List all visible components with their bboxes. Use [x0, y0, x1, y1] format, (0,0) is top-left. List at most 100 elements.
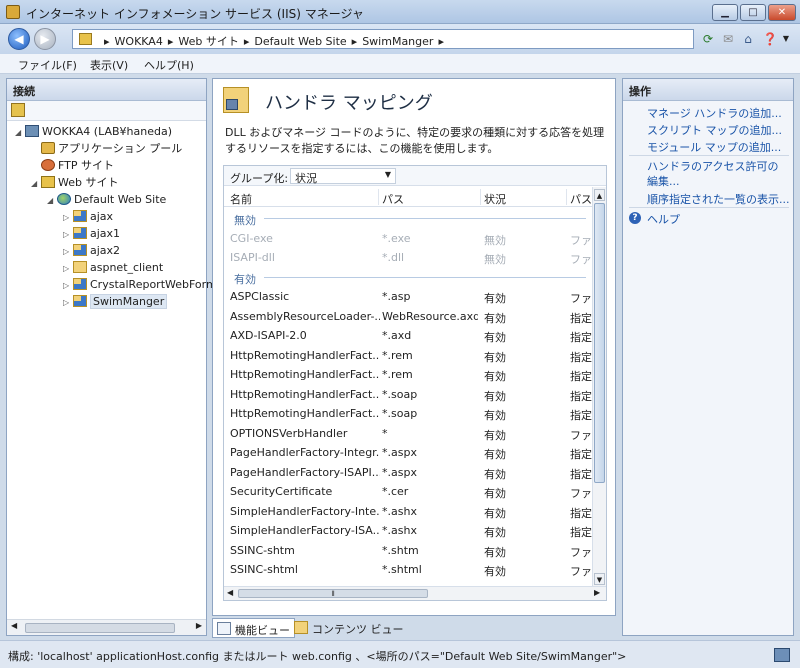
- expand-toggle-icon[interactable]: ▷: [63, 277, 73, 294]
- expand-toggle-icon[interactable]: ▷: [63, 260, 73, 277]
- help-link[interactable]: ヘルプ: [647, 211, 680, 227]
- tab-content-view[interactable]: コンテンツ ビュー: [290, 618, 408, 638]
- scroll-down-button[interactable]: ▼: [594, 573, 605, 585]
- group-header[interactable]: 無効: [224, 208, 594, 227]
- column-header-path[interactable]: パス: [382, 191, 404, 207]
- breadcrumb-separator[interactable]: ▸: [168, 35, 174, 48]
- breadcrumb-separator[interactable]: ▸: [438, 35, 444, 48]
- group-by-select[interactable]: 状況 ▼: [290, 168, 396, 185]
- cell-status: 無効: [484, 253, 506, 266]
- breadcrumb[interactable]: ▸ WOKKA4 ▸ Web サイト ▸ Default Web Site ▸ SwimMan…: [72, 29, 694, 49]
- group-header[interactable]: 有効: [224, 267, 594, 286]
- tree-node[interactable]: アプリケーション プール: [31, 140, 182, 157]
- table-row[interactable]: ASPClassic *.asp 有効 ファ: [224, 286, 594, 306]
- expand-toggle-icon[interactable]: ▷: [63, 209, 73, 226]
- refresh-icon[interactable]: ⟳: [700, 31, 716, 47]
- breadcrumb-separator[interactable]: ▸: [244, 35, 250, 48]
- list-scrollbar-thumb[interactable]: [594, 203, 605, 483]
- column-header-path-type[interactable]: パス: [570, 191, 592, 207]
- tree-node[interactable]: ▷ CrystalReportWebForm: [63, 276, 217, 293]
- column-header-status[interactable]: 状況: [484, 191, 506, 207]
- tree-node[interactable]: ◢ Default Web Site: [47, 191, 166, 208]
- stop-icon[interactable]: ✉: [720, 31, 736, 47]
- cell-path: *.aspx: [382, 465, 417, 479]
- table-row[interactable]: AXD-ISAPI-2.0 *.axd 有効 指定: [224, 325, 594, 345]
- tree-scrollbar[interactable]: ◀ ▶: [7, 619, 206, 635]
- expand-toggle-icon[interactable]: ◢: [47, 192, 57, 209]
- table-row[interactable]: SSINC-shtm *.shtm 有効 ファ: [224, 540, 594, 560]
- connect-icon[interactable]: [11, 103, 25, 117]
- add-module-map-link[interactable]: モジュール マップの追加...: [647, 139, 781, 155]
- menu-help[interactable]: ヘルプ(H): [144, 57, 194, 73]
- back-button[interactable]: ◀: [8, 28, 30, 50]
- expand-toggle-icon[interactable]: ▷: [63, 226, 73, 243]
- maximize-button[interactable]: □: [740, 4, 766, 21]
- menu-file[interactable]: ファイル(F): [18, 57, 77, 73]
- scroll-right-button[interactable]: ▶: [594, 588, 600, 597]
- tree-node[interactable]: FTP サイト: [31, 157, 114, 174]
- table-row[interactable]: SecurityCertificate *.cer 有効 ファ: [224, 481, 594, 501]
- add-managed-handler-link[interactable]: マネージ ハンドラの追加...: [647, 105, 782, 121]
- table-row[interactable]: OPTIONSVerbHandler * 有効 ファ: [224, 423, 594, 443]
- close-button[interactable]: ✕: [768, 4, 796, 21]
- tree-node[interactable]: ◢ Web サイト: [31, 174, 118, 191]
- breadcrumb-item[interactable]: WOKKA4: [115, 35, 163, 48]
- chevron-down-icon[interactable]: ▼: [778, 31, 794, 47]
- table-row[interactable]: PageHandlerFactory-ISAPI... *.aspx 有効 指定: [224, 462, 594, 482]
- application-icon: [73, 295, 87, 307]
- table-row[interactable]: SSINC-shtml *.shtml 有効 ファ: [224, 559, 594, 579]
- menu-view[interactable]: 表示(V): [90, 57, 128, 73]
- table-row[interactable]: ISAPI-dll *.dll 無効 ファ: [224, 247, 594, 267]
- minimize-button[interactable]: ▁: [712, 4, 738, 21]
- column-header-name[interactable]: 名前: [230, 191, 252, 207]
- cell-name: PageHandlerFactory-ISAPI...: [230, 465, 380, 479]
- expand-toggle-icon[interactable]: ▷: [63, 243, 73, 260]
- home-icon[interactable]: ⌂: [740, 31, 756, 47]
- tree-node[interactable]: ▷ ajax2: [63, 242, 120, 259]
- forward-button[interactable]: ▶: [34, 28, 56, 50]
- scroll-up-button[interactable]: ▲: [594, 189, 605, 201]
- cell-path: *.axd: [382, 329, 412, 342]
- tab-features-view[interactable]: 機能ビュー: [212, 618, 295, 638]
- application-icon: [73, 227, 87, 239]
- tree-node[interactable]: ▷ ajax1: [63, 225, 120, 242]
- table-row[interactable]: HttpRemotingHandlerFact... *.soap 有効 指定: [224, 403, 594, 423]
- tree-node[interactable]: ◢ WOKKA4 (LAB¥haneda): [15, 123, 172, 140]
- breadcrumb-item[interactable]: SwimManger: [362, 35, 433, 48]
- breadcrumb-item[interactable]: Web サイト: [178, 35, 238, 48]
- cell-path: *.cer: [382, 485, 409, 498]
- table-row[interactable]: SimpleHandlerFactory-ISA... *.ashx 有効 指定: [224, 520, 594, 540]
- expand-toggle-icon[interactable]: ▷: [63, 294, 73, 311]
- table-row[interactable]: CGI-exe *.exe 無効 ファ: [224, 228, 594, 248]
- tree-node[interactable]: ▷ SwimManger: [63, 293, 168, 311]
- title-bar: インターネット インフォメーション サービス (IIS) マネージャ ▁ □ ✕: [0, 0, 800, 24]
- cell-path-type: 指定: [570, 526, 592, 539]
- breadcrumb-separator[interactable]: ▸: [104, 35, 110, 48]
- table-row[interactable]: PageHandlerFactory-Integr... *.aspx 有効 指定: [224, 442, 594, 462]
- breadcrumb-item[interactable]: Default Web Site: [254, 35, 346, 48]
- help-icon[interactable]: ❓: [762, 31, 778, 47]
- tree-node[interactable]: ▷ ajax: [63, 208, 113, 225]
- expand-toggle-icon[interactable]: ◢: [31, 175, 41, 192]
- scroll-left-button[interactable]: ◀: [227, 588, 233, 597]
- status-text: 構成: 'localhost' applicationHost.config ま…: [8, 650, 627, 663]
- tree-node[interactable]: ▷ aspnet_client: [63, 259, 163, 276]
- table-row[interactable]: AssemblyResourceLoader-... WebResource.ax…: [224, 306, 594, 326]
- cell-name: PageHandlerFactory-Integr...: [230, 446, 380, 459]
- table-row[interactable]: HttpRemotingHandlerFact... *.rem 有効 指定: [224, 364, 594, 384]
- view-ordered-list-link[interactable]: 順序指定された一覧の表示...: [647, 191, 790, 207]
- expand-toggle-icon[interactable]: ◢: [15, 124, 25, 141]
- table-row[interactable]: HttpRemotingHandlerFact... *.rem 有効 指定: [224, 345, 594, 365]
- table-row[interactable]: SimpleHandlerFactory-Inte... *.ashx 有効 指定: [224, 501, 594, 521]
- breadcrumb-separator[interactable]: ▸: [352, 35, 358, 48]
- cell-name: OPTIONSVerbHandler: [230, 426, 348, 440]
- list-hscroll-thumb[interactable]: ⦀: [238, 589, 428, 598]
- cell-path: *.ashx: [382, 504, 417, 518]
- list-horizontal-scrollbar[interactable]: ◀ ⦀ ▶: [224, 586, 606, 600]
- tree-node-label: ajax: [90, 210, 114, 223]
- tree-scrollbar-thumb[interactable]: [25, 623, 175, 633]
- list-vertical-scrollbar[interactable]: ▲ ▼: [592, 187, 606, 587]
- add-script-map-link[interactable]: スクリプト マップの追加...: [647, 122, 782, 138]
- table-row[interactable]: HttpRemotingHandlerFact... *.soap 有効 指定: [224, 384, 594, 404]
- edit-handler-permissions-link[interactable]: ハンドラのアクセス許可の編集...: [647, 159, 787, 189]
